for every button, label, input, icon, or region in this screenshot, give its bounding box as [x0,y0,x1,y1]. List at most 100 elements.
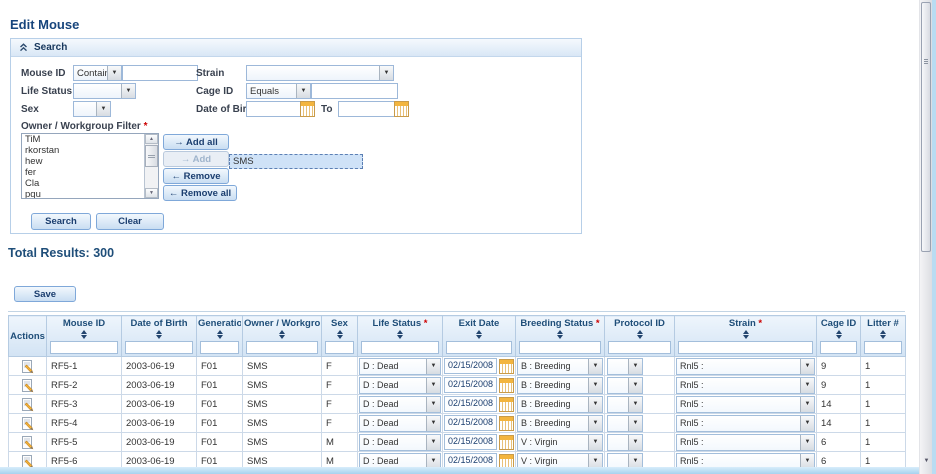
exit_date-input[interactable]: 02/15/2008 [444,415,497,431]
protocol_id-select[interactable]: ▼ [607,357,643,375]
col-header-cage-id[interactable]: Cage ID [816,315,861,357]
edit-icon[interactable] [10,378,46,393]
protocol_id-select[interactable]: ▼ [607,414,643,432]
sort-icon[interactable] [81,330,88,339]
column-filter-input[interactable] [50,341,118,354]
col-header-breeding-status[interactable]: Breeding Status * [515,315,605,357]
chevron-down-icon[interactable]: ▼ [588,396,602,412]
life_status-select[interactable]: D : Dead ▼ [359,395,441,413]
exit_date-input[interactable]: 02/15/2008 [444,358,497,374]
life_status-select[interactable]: D : Dead ▼ [359,357,441,375]
column-filter-input[interactable] [519,341,601,354]
chevron-down-icon[interactable]: ▼ [426,377,440,393]
collapse-icon[interactable] [19,43,28,52]
sort-icon[interactable] [156,330,163,339]
protocol_id-select[interactable]: ▼ [607,376,643,394]
mouse-id-input[interactable] [122,65,198,81]
save-button[interactable]: Save [14,286,76,302]
chevron-down-icon[interactable]: ▼ [628,415,642,431]
col-header-life-status[interactable]: Life Status * [357,315,443,357]
column-filter-input[interactable] [820,341,857,354]
strain-select[interactable]: Rnl5 : ▼ [676,357,815,375]
sort-icon[interactable] [279,330,286,339]
strain-select[interactable]: Rnl5 : ▼ [676,376,815,394]
strain-select[interactable]: Rnl5 : ▼ [676,414,815,432]
chevron-down-icon[interactable]: ▼ [800,358,814,374]
column-filter-input[interactable] [361,341,439,354]
exit_date-input[interactable]: 02/15/2008 [444,377,497,393]
scrollbar-thumb[interactable] [921,2,931,252]
sort-icon[interactable] [476,330,483,339]
scroll-up-icon[interactable]: ▲ [145,134,158,144]
protocol_id-select[interactable]: ▼ [607,395,643,413]
life_status-select[interactable]: D : Dead ▼ [359,414,441,432]
sort-icon[interactable] [742,330,749,339]
chevron-down-icon[interactable]: ▼ [426,358,440,374]
column-filter-input[interactable] [446,341,512,354]
breeding_status-select[interactable]: V : Virgin ▼ [517,433,603,451]
column-filter-input[interactable] [608,341,671,354]
search-button[interactable]: Search [31,213,91,230]
list-item[interactable]: hew [22,156,144,167]
breeding_status-select[interactable]: B : Breeding ▼ [517,376,603,394]
edit-icon[interactable] [10,435,46,450]
edit-icon[interactable] [10,397,46,412]
column-filter-input[interactable] [325,341,354,354]
chevron-down-icon[interactable]: ▼ [296,84,310,98]
scroll-down-icon[interactable]: ▼ [145,188,158,198]
chevron-down-icon[interactable]: ▼ [96,102,110,116]
chevron-down-icon[interactable]: ▼ [628,396,642,412]
owner-workgroup-listbox[interactable]: TiM rkorstan hew fer Cla pqu ▲ ▼ [21,133,159,199]
protocol_id-select[interactable]: ▼ [607,433,643,451]
sort-icon[interactable] [216,330,223,339]
life_status-select[interactable]: D : Dead ▼ [359,433,441,451]
breeding_status-select[interactable]: B : Breeding ▼ [517,357,603,375]
clear-button[interactable]: Clear [96,213,164,230]
add-button[interactable]: → Add [163,151,229,167]
sort-icon[interactable] [835,330,842,339]
calendar-icon[interactable] [394,101,409,117]
column-filter-input[interactable] [200,341,239,354]
edit-icon[interactable] [10,416,46,431]
chevron-down-icon[interactable]: ▼ [588,377,602,393]
col-header-date-of-birth[interactable]: Date of Birth [121,315,197,357]
cage-id-input[interactable] [311,83,398,99]
horizontal-scrollbar[interactable] [0,467,919,474]
dob-from-input[interactable] [246,101,303,117]
breeding_status-select[interactable]: B : Breeding ▼ [517,395,603,413]
chevron-down-icon[interactable]: ▼ [426,415,440,431]
life-status-select[interactable]: ▼ [73,83,136,99]
scroll-down-icon[interactable]: ▼ [922,456,931,466]
list-item[interactable]: rkorstan [22,145,144,156]
col-header-protocol-id[interactable]: Protocol ID [604,315,675,357]
chevron-down-icon[interactable]: ▼ [379,66,393,80]
chevron-down-icon[interactable]: ▼ [628,358,642,374]
calendar-icon[interactable] [499,358,514,374]
sort-icon[interactable] [880,330,887,339]
selected-workgroup-item[interactable]: SMS [229,154,363,169]
column-filter-input[interactable] [864,341,902,354]
list-item[interactable]: pqu [22,189,144,198]
chevron-down-icon[interactable]: ▼ [800,396,814,412]
col-header-mouse-id[interactable]: Mouse ID [46,315,122,357]
listbox-scrollbar[interactable]: ▲ ▼ [144,134,158,198]
chevron-down-icon[interactable]: ▼ [800,434,814,450]
chevron-down-icon[interactable]: ▼ [800,415,814,431]
calendar-icon[interactable] [499,396,514,412]
add-all-button[interactable]: → Add all [163,134,229,150]
column-filter-input[interactable] [678,341,813,354]
strain-select[interactable]: Rnl5 : ▼ [676,433,815,451]
col-header-generation[interactable]: Generation [196,315,243,357]
exit_date-input[interactable]: 02/15/2008 [444,434,497,450]
life_status-select[interactable]: D : Dead ▼ [359,376,441,394]
list-item[interactable]: TiM [22,134,144,145]
col-header-owner-workgroup[interactable]: Owner / Workgroup [242,315,322,357]
calendar-icon[interactable] [499,434,514,450]
column-filter-input[interactable] [246,341,318,354]
remove-button[interactable]: ← Remove [163,168,229,184]
chevron-down-icon[interactable]: ▼ [107,66,121,80]
calendar-icon[interactable] [499,377,514,393]
col-header-sex[interactable]: Sex [321,315,358,357]
sort-icon[interactable] [636,330,643,339]
mouse-id-operator-select[interactable]: Contains ▼ [73,65,122,81]
